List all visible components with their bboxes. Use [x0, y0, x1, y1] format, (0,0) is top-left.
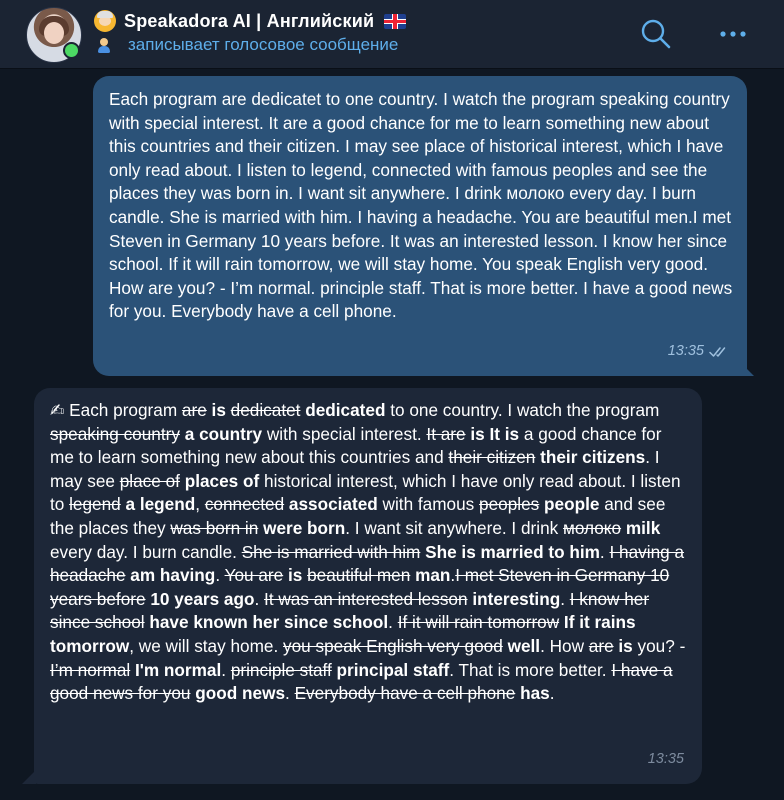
corrected-text: is — [618, 635, 633, 656]
corrected-text: associated — [288, 494, 378, 515]
online-indicator — [63, 42, 80, 59]
chat-header: Speakadora AI | Английский записывает го… — [0, 0, 784, 69]
search-button[interactable] — [640, 18, 672, 50]
deleted-text: It are — [426, 423, 466, 444]
plain-text: . — [549, 683, 555, 704]
deleted-text: principle staff — [230, 659, 332, 680]
plain-text: , we will stay home. — [129, 635, 284, 656]
corrected-text: am having — [130, 565, 216, 586]
corrected-text: their citizens — [540, 447, 646, 468]
corrected-text: good news — [195, 683, 286, 704]
deleted-text: speaking country — [50, 423, 180, 444]
message-time: 13:35 — [647, 751, 684, 768]
corrected-text: well — [507, 635, 541, 656]
corrected-text: a country — [184, 423, 263, 444]
deleted-text: It was an interested lesson — [264, 588, 468, 609]
corrected-text: man — [415, 565, 451, 586]
deleted-text: If it will rain tomorrow — [397, 612, 560, 633]
plain-text: with special interest. — [262, 423, 427, 444]
deleted-text: connected — [204, 494, 285, 515]
message-meta: 13:35 — [648, 748, 684, 772]
plain-text: with famous — [377, 494, 480, 515]
corrected-text: dedicated — [305, 400, 386, 420]
deleted-text: You are — [224, 565, 284, 586]
uk-flag-icon — [384, 13, 407, 29]
chat-status-row: записывает голосовое сообщение — [96, 35, 398, 55]
outgoing-bubble-tail — [740, 362, 754, 376]
deleted-text: peoples — [479, 494, 540, 515]
double-check-icon — [709, 347, 726, 357]
message-time: 13:35 — [667, 343, 704, 360]
chat-status: записывает голосовое сообщение — [128, 35, 399, 54]
more-button[interactable] — [718, 22, 750, 46]
deleted-text: place of — [119, 470, 180, 491]
plain-text: . That is more better. — [449, 659, 612, 680]
corrected-text: principal staff — [336, 659, 450, 680]
avatar-face — [44, 22, 64, 44]
corrected-text: I'm normal — [135, 659, 222, 680]
corrected-text: places of — [184, 470, 260, 491]
corrected-text: is — [287, 565, 303, 586]
search-icon — [641, 19, 671, 49]
plain-text: to one country. I watch the program — [385, 400, 660, 420]
corrected-text: is — [211, 400, 226, 420]
recording-voice-icon — [96, 36, 122, 54]
chat-title-row[interactable]: Speakadora AI | Английский — [94, 9, 407, 33]
plain-text: , — [195, 494, 205, 515]
plain-text: . How — [540, 635, 589, 656]
writing-hand-icon: ✍ — [50, 400, 65, 420]
message-meta: 13:35 — [668, 340, 729, 364]
deleted-text: are — [181, 400, 207, 420]
plain-text: . — [388, 612, 398, 633]
plain-text: . — [254, 588, 265, 609]
plain-text: . — [221, 659, 231, 680]
more-dots-icon — [720, 31, 746, 37]
plain-text: you? - — [632, 635, 686, 656]
corrected-text: milk — [625, 517, 661, 538]
deleted-text: are — [588, 635, 614, 656]
chat-title: Speakadora AI | Английский — [124, 10, 375, 31]
incoming-message[interactable]: ✍ Each program are is dedicatet dedicate… — [34, 388, 702, 784]
corrected-text: has — [520, 683, 550, 704]
deleted-text: you speak English very good — [283, 635, 503, 656]
plain-text: . — [560, 588, 570, 609]
deleted-text: Everybody have a cell phone — [294, 683, 516, 704]
corrected-text: 10 years ago — [150, 588, 255, 609]
correction-text: ✍ Each program are is dedicatet dedicate… — [50, 399, 688, 706]
corrected-text: have known her since school — [149, 612, 389, 633]
deleted-text: молоко — [563, 517, 622, 538]
deleted-text: I’m normal — [50, 659, 131, 680]
corrected-text: people — [544, 494, 600, 515]
outgoing-message-text: Each program are dedicatet to one countr… — [109, 89, 733, 322]
deleted-text: She is married with him — [241, 541, 421, 562]
corrected-text: were born — [263, 517, 346, 538]
deleted-text: beautiful men — [307, 565, 411, 586]
corrected-text: is It is — [470, 423, 520, 444]
plain-text: . I want sit anywhere. I drink — [345, 517, 564, 538]
outgoing-message[interactable]: Each program are dedicatet to one countr… — [93, 76, 747, 376]
deleted-text: their citizen — [448, 447, 536, 468]
plain-text: . — [285, 683, 295, 704]
corrected-text: She is married to him — [425, 541, 600, 562]
deleted-text: dedicatet — [230, 400, 301, 420]
plain-text: Each program — [64, 400, 182, 420]
deleted-text: was born in — [170, 517, 259, 538]
deleted-text: legend — [69, 494, 121, 515]
plain-text: . — [215, 565, 225, 586]
corrected-text: a legend — [125, 494, 196, 515]
teacher-emoji-icon — [94, 10, 116, 32]
plain-text: every day. I burn candle. — [50, 541, 242, 562]
corrected-text: interesting — [472, 588, 561, 609]
